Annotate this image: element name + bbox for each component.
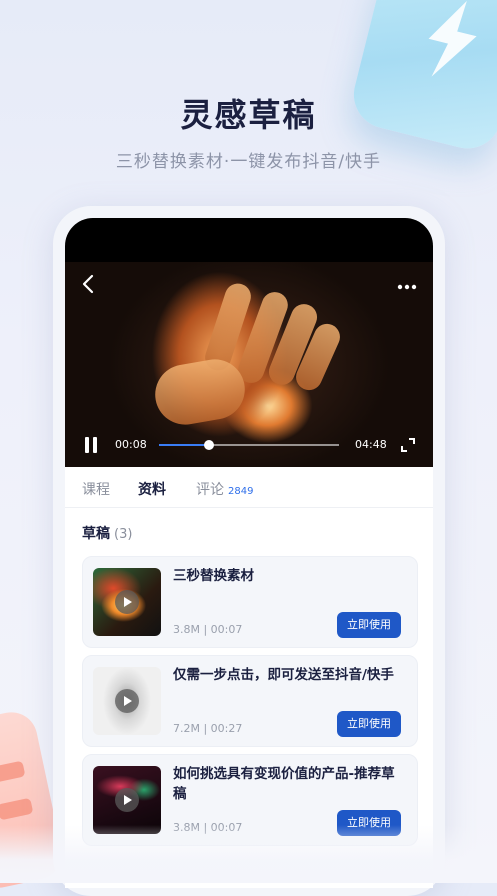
comment-count: 2849 (228, 486, 254, 497)
draft-title: 仅需一步点击，即可发送至抖音/快手 (173, 667, 394, 683)
tab-comments[interactable]: 评论 2849 (196, 479, 253, 499)
fullscreen-button[interactable] (401, 437, 415, 452)
chevron-left-icon (82, 274, 94, 294)
play-icon (115, 590, 139, 614)
progress-track[interactable] (159, 440, 339, 450)
play-icon (115, 689, 139, 713)
draft-thumbnail (93, 568, 161, 636)
use-now-button[interactable]: 立即使用 (337, 711, 401, 737)
draft-thumbnail (93, 667, 161, 735)
drafts-title-label: 草稿 (82, 526, 110, 542)
use-now-button[interactable]: 立即使用 (337, 612, 401, 638)
lightning-bolt-icon (428, 0, 477, 77)
drafts-section-title: 草稿 (3) (82, 523, 132, 543)
tab-comments-label: 评论 (196, 482, 224, 498)
bottom-fade-overlay (0, 825, 497, 883)
video-frame-detail (150, 354, 250, 430)
promo-headline: 灵感草稿 (180, 96, 317, 134)
fullscreen-icon (401, 438, 415, 452)
draft-card[interactable]: 三秒替换素材 3.8M | 00:07 立即使用 (82, 556, 418, 648)
draft-thumbnail (93, 766, 161, 834)
pause-icon (85, 437, 89, 453)
more-dots-icon (397, 284, 417, 290)
app-screen: 00:08 04:48 课程 资料 评论 2849 草稿 (3) 三秒替换素材 3.… (65, 218, 433, 888)
draft-card[interactable]: 仅需一步点击，即可发送至抖音/快手 7.2M | 00:27 立即使用 (82, 655, 418, 747)
draft-title: 三秒替换素材 (173, 568, 254, 584)
drafts-count: (3) (114, 527, 133, 542)
more-button[interactable] (397, 274, 417, 295)
promo-subline: 三秒替换素材·一键发布抖音/快手 (115, 152, 382, 172)
draft-title: 如何挑选具有变现价值的产品-推荐草稿 (173, 766, 395, 802)
tab-materials[interactable]: 资料 (138, 479, 166, 499)
total-time: 04:48 (355, 438, 387, 451)
video-player[interactable] (65, 262, 433, 467)
pause-button[interactable] (83, 437, 99, 453)
back-button[interactable] (79, 272, 99, 296)
status-bar (65, 218, 433, 262)
tab-bar: 课程 资料 评论 2849 (65, 467, 433, 508)
tab-course[interactable]: 课程 (82, 479, 110, 499)
tab-materials-label: 资料 (138, 482, 166, 498)
draft-meta: 7.2M | 00:27 (173, 722, 243, 735)
current-time: 00:08 (115, 438, 147, 451)
tab-course-label: 课程 (82, 482, 110, 498)
pause-icon (93, 437, 97, 453)
play-icon (115, 788, 139, 812)
progress-fill (159, 444, 210, 446)
draft-meta: 3.8M | 00:07 (173, 623, 243, 636)
